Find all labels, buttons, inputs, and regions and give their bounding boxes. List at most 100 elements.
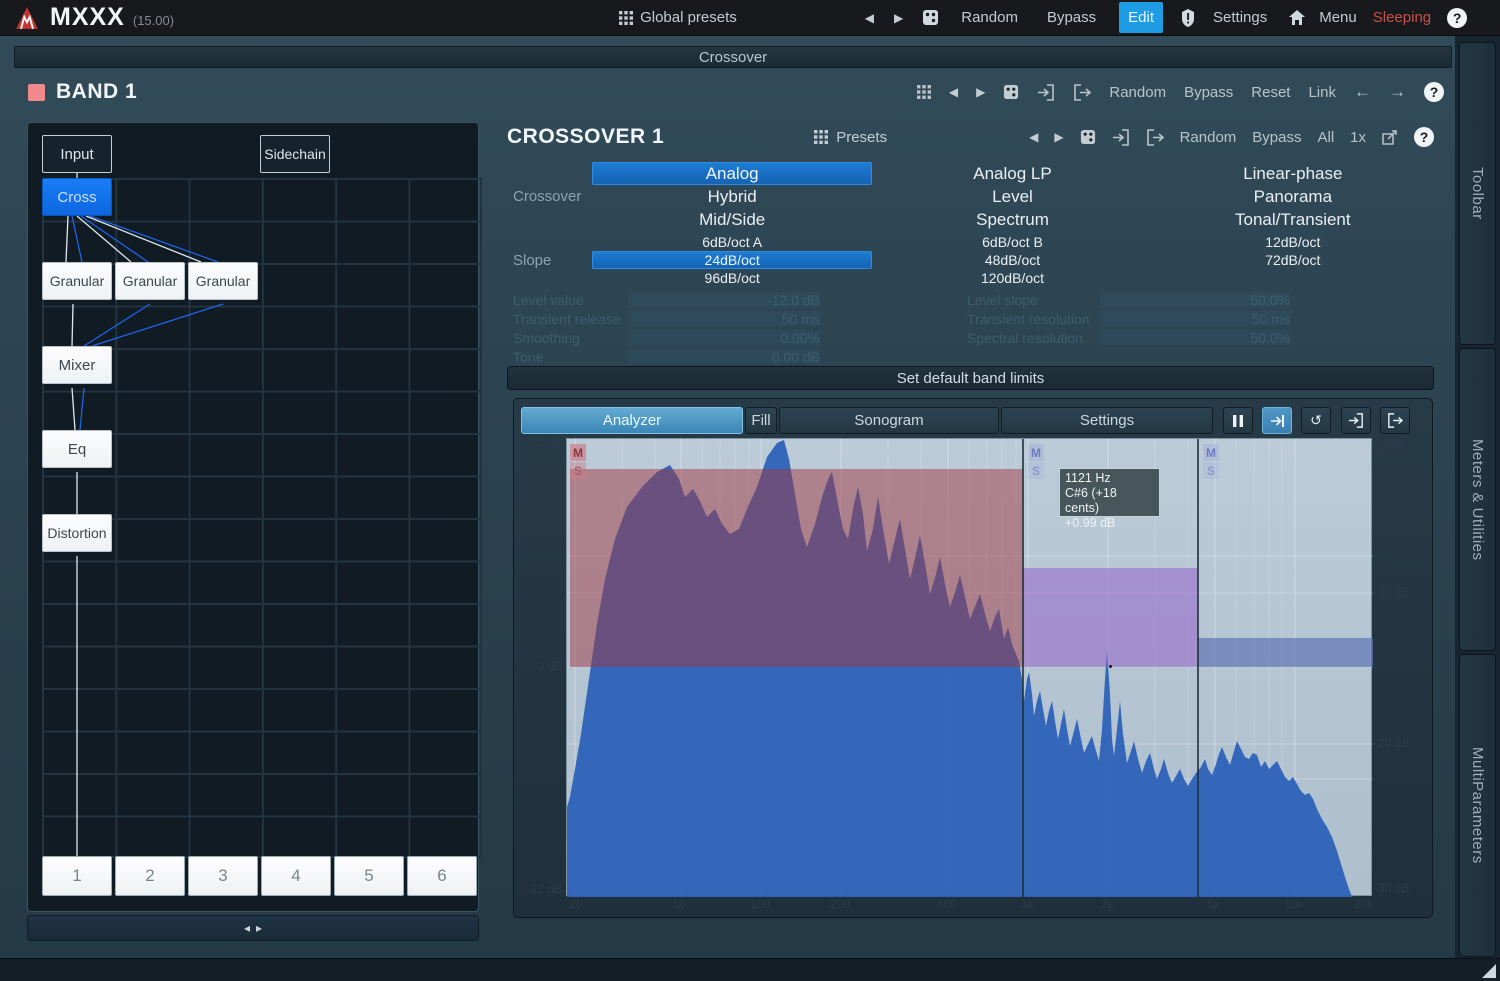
output-slot-3[interactable]: 3	[188, 856, 258, 896]
band-bypass-button[interactable]: Bypass	[1184, 84, 1233, 101]
node-mixer[interactable]: Mixer	[42, 346, 112, 384]
option-72db[interactable]: 72dB/oct	[1153, 251, 1433, 269]
output-slot-1[interactable]: 1	[42, 856, 112, 896]
option-spectrum[interactable]: Spectrum	[872, 208, 1152, 231]
band2-mute-button[interactable]: M	[1028, 444, 1044, 461]
random-button[interactable]: Random	[961, 9, 1018, 26]
crossover-all-button[interactable]: All	[1317, 129, 1334, 146]
crossover-import-icon[interactable]	[1112, 129, 1130, 146]
crossover-bypass-button[interactable]: Bypass	[1252, 129, 1301, 146]
sidebar-tab-multiparameters[interactable]: MultiParameters	[1459, 654, 1496, 957]
global-presets-button[interactable]: Global presets	[619, 9, 737, 26]
spectrum-plot[interactable]: M S M S M S 1121 Hz C#6 (+18 cents) +0.9…	[566, 438, 1372, 896]
band-presets-grid-icon[interactable]	[917, 85, 931, 99]
option-24db[interactable]: 24dB/oct	[592, 251, 872, 269]
option-96db[interactable]: 96dB/oct	[592, 269, 872, 287]
band3-mute-button[interactable]: M	[1203, 444, 1219, 461]
node-eq[interactable]: Eq	[42, 430, 112, 468]
tab-sonogram[interactable]: Sonogram	[779, 407, 999, 434]
sidebar-tab-meters-utilities[interactable]: Meters & Utilities	[1459, 348, 1496, 651]
sidebar-tab-toolbar[interactable]: Toolbar	[1459, 42, 1496, 345]
help-button[interactable]: ?	[1447, 8, 1467, 28]
option-6db-a[interactable]: 6dB/oct A	[592, 233, 872, 251]
settings-button[interactable]: Settings	[1213, 9, 1267, 26]
option-mid-side[interactable]: Mid/Side	[592, 208, 872, 231]
menu-button[interactable]: Menu	[1319, 9, 1357, 26]
option-hybrid[interactable]: Hybrid	[592, 185, 872, 208]
resize-grip[interactable]	[1482, 964, 1496, 978]
node-granular-2[interactable]: Granular	[115, 262, 185, 300]
band-color-chip[interactable]	[28, 84, 45, 101]
band-help-button[interactable]: ?	[1424, 82, 1444, 102]
band-undo-icon[interactable]: ←	[1354, 82, 1371, 102]
pause-icon[interactable]	[1223, 407, 1253, 434]
tab-analyzer[interactable]: Analyzer	[521, 407, 743, 434]
alert-shield-icon[interactable]	[1180, 9, 1196, 27]
band1-solo-button[interactable]: S	[570, 462, 586, 479]
output-slot-4[interactable]: 4	[261, 856, 331, 896]
node-granular-3[interactable]: Granular	[188, 262, 258, 300]
crossover-dice-icon[interactable]	[1080, 129, 1096, 145]
band-link-button[interactable]: Link	[1308, 84, 1336, 101]
crossover-next-button[interactable]: ▶	[1054, 130, 1063, 144]
crossover-prev-button[interactable]: ◀	[1029, 130, 1038, 144]
option-12db[interactable]: 12dB/oct	[1153, 233, 1433, 251]
dice-icon[interactable]	[922, 9, 939, 26]
crossover-help-button[interactable]: ?	[1414, 127, 1434, 147]
scroll-right-icon[interactable]: ▸	[256, 921, 262, 935]
node-cross[interactable]: Cross	[42, 178, 112, 216]
reset-icon[interactable]: ↺	[1301, 407, 1331, 434]
graph-horizontal-scrollbar[interactable]: ◂ ▸	[27, 915, 479, 941]
crossover-popout-icon[interactable]	[1382, 130, 1398, 145]
option-120db[interactable]: 120dB/oct	[872, 269, 1152, 287]
band-export-icon[interactable]	[1073, 84, 1091, 101]
tooltip-level: +0.99 dB	[1065, 516, 1154, 531]
node-input[interactable]: Input	[42, 135, 112, 173]
option-analog[interactable]: Analog	[592, 162, 872, 185]
tab-fill[interactable]: Fill	[745, 407, 777, 434]
edit-button[interactable]: Edit	[1119, 2, 1163, 33]
freq-2k: 2k	[1101, 897, 1114, 911]
output-slot-6[interactable]: 6	[407, 856, 477, 896]
option-6db-b[interactable]: 6dB/oct B	[872, 233, 1152, 251]
sleeping-status[interactable]: Sleeping	[1373, 9, 1431, 26]
band1-mute-button[interactable]: M	[570, 444, 586, 461]
band-prev-button[interactable]: ◀	[949, 85, 958, 99]
tab-settings[interactable]: Settings	[1001, 407, 1213, 434]
option-48db[interactable]: 48dB/oct	[872, 251, 1152, 269]
option-panorama[interactable]: Panorama	[1153, 185, 1433, 208]
scroll-to-end-icon[interactable]	[1262, 407, 1292, 434]
option-tonal-transient[interactable]: Tonal/Transient	[1153, 208, 1433, 231]
node-distortion[interactable]: Distortion	[42, 514, 112, 552]
band-import-icon[interactable]	[1037, 84, 1055, 101]
bypass-button[interactable]: Bypass	[1047, 9, 1096, 26]
crossover-presets-button[interactable]: Presets	[814, 129, 887, 146]
crossover-section-bar[interactable]: Crossover	[14, 46, 1452, 68]
bottom-status-bar	[0, 958, 1500, 981]
crossover-random-button[interactable]: Random	[1180, 129, 1237, 146]
option-analog-lp[interactable]: Analog LP	[872, 162, 1152, 185]
slope-options: 6dB/oct A 6dB/oct B 12dB/oct 24dB/oct 48…	[592, 233, 1433, 287]
option-level[interactable]: Level	[872, 185, 1152, 208]
set-default-band-limits-button[interactable]: Set default band limits	[507, 366, 1434, 390]
option-linear-phase[interactable]: Linear-phase	[1153, 162, 1433, 185]
home-icon[interactable]	[1289, 10, 1305, 25]
band2-solo-button[interactable]: S	[1028, 462, 1044, 479]
band3-solo-button[interactable]: S	[1203, 462, 1219, 479]
scroll-left-icon[interactable]: ◂	[244, 921, 250, 935]
band-reset-button[interactable]: Reset	[1251, 84, 1290, 101]
band-next-button[interactable]: ▶	[976, 85, 985, 99]
crossover-export-icon[interactable]	[1146, 129, 1164, 146]
output-slot-5[interactable]: 5	[334, 856, 404, 896]
crossover-scale-button[interactable]: 1x	[1350, 129, 1366, 146]
analyzer-import-icon[interactable]	[1341, 407, 1371, 434]
band-dice-icon[interactable]	[1003, 84, 1019, 100]
band-random-button[interactable]: Random	[1109, 84, 1166, 101]
node-granular-1[interactable]: Granular	[42, 262, 112, 300]
next-preset-button[interactable]: ▶	[894, 11, 903, 25]
output-slot-2[interactable]: 2	[115, 856, 185, 896]
band-redo-icon[interactable]: →	[1389, 82, 1406, 102]
analyzer-export-icon[interactable]	[1380, 407, 1410, 434]
node-sidechain[interactable]: Sidechain	[260, 135, 330, 173]
prev-preset-button[interactable]: ◀	[865, 11, 874, 25]
